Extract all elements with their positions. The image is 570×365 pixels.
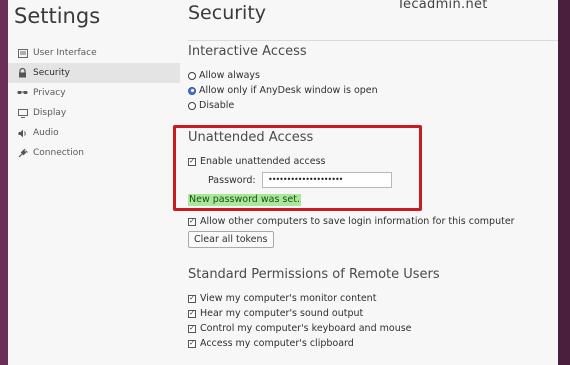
section-title-standard-permissions: Standard Permissions of Remote Users — [188, 267, 440, 282]
checkbox[interactable]: ✓ — [188, 294, 196, 303]
title-divider — [188, 40, 558, 41]
radio-allow-always[interactable]: Allow always — [188, 70, 260, 81]
checkbox[interactable]: ✓ — [188, 339, 196, 348]
radio-button[interactable] — [188, 101, 196, 110]
allow-save-login-checkbox[interactable]: ✓ Allow other computers to save login in… — [188, 216, 515, 227]
sidebar-item-label: Audio — [33, 128, 59, 138]
radio-label: Allow only if AnyDesk window is open — [199, 85, 378, 96]
watermark: Tecadmin.net — [397, 0, 488, 12]
monitor-icon — [17, 48, 28, 58]
clear-all-tokens-button[interactable]: Clear all tokens — [188, 231, 274, 248]
checkbox[interactable]: ✓ — [188, 217, 196, 226]
permission-hear-sound[interactable]: ✓ Hear my computer's sound output — [188, 308, 363, 319]
lock-icon — [17, 68, 28, 78]
sidebar-item-security[interactable]: Security — [8, 63, 180, 83]
sidebar-item-display[interactable]: Display — [8, 103, 180, 123]
radio-button[interactable] — [188, 71, 196, 80]
checkbox-label: Control my computer's keyboard and mouse — [200, 323, 412, 334]
checkbox-label: Hear my computer's sound output — [200, 308, 364, 319]
permission-control-keyboard-mouse[interactable]: ✓ Control my computer's keyboard and mou… — [188, 323, 412, 334]
permission-view-monitor[interactable]: ✓ View my computer's monitor content — [188, 293, 376, 304]
sidebar-item-user-interface[interactable]: User Interface — [8, 43, 180, 63]
radio-button[interactable] — [188, 86, 196, 95]
sidebar-item-label: Security — [33, 68, 70, 78]
checkbox[interactable]: ✓ — [188, 309, 196, 318]
radio-label: Allow always — [199, 70, 261, 81]
settings-window: Settings User Interface Security Privacy — [8, 0, 558, 365]
sidebar: Settings User Interface Security Privacy — [8, 0, 181, 365]
highlight-annotation-box — [173, 125, 422, 211]
radio-allow-only-if-window-open[interactable]: Allow only if AnyDesk window is open — [188, 85, 378, 96]
permission-access-clipboard[interactable]: ✓ Access my computer's clipboard — [188, 338, 354, 349]
checkbox[interactable]: ✓ — [188, 324, 196, 333]
display-icon — [17, 108, 28, 118]
speaker-icon — [17, 128, 28, 138]
radio-disable[interactable]: Disable — [188, 100, 234, 111]
checkbox-label: View my computer's monitor content — [200, 293, 377, 304]
sidebar-item-label: User Interface — [33, 48, 97, 58]
sidebar-item-audio[interactable]: Audio — [8, 123, 180, 143]
checkbox-label: Allow other computers to save login info… — [200, 216, 515, 227]
app-title: Settings — [14, 4, 101, 28]
desktop-background-left — [0, 0, 8, 365]
section-title-interactive-access: Interactive Access — [188, 44, 307, 59]
desktop-background-right — [558, 0, 570, 365]
sidebar-item-label: Connection — [33, 148, 84, 158]
plug-icon — [17, 148, 28, 158]
sidebar-item-label: Display — [33, 108, 67, 118]
checkbox-label: Access my computer's clipboard — [200, 338, 354, 349]
glasses-icon — [17, 88, 28, 98]
sidebar-item-label: Privacy — [33, 88, 66, 98]
sidebar-item-connection[interactable]: Connection — [8, 143, 180, 163]
sidebar-item-privacy[interactable]: Privacy — [8, 83, 180, 103]
radio-label: Disable — [199, 100, 235, 111]
sidebar-nav: User Interface Security Privacy Display — [8, 43, 180, 163]
page-title: Security — [188, 2, 267, 24]
